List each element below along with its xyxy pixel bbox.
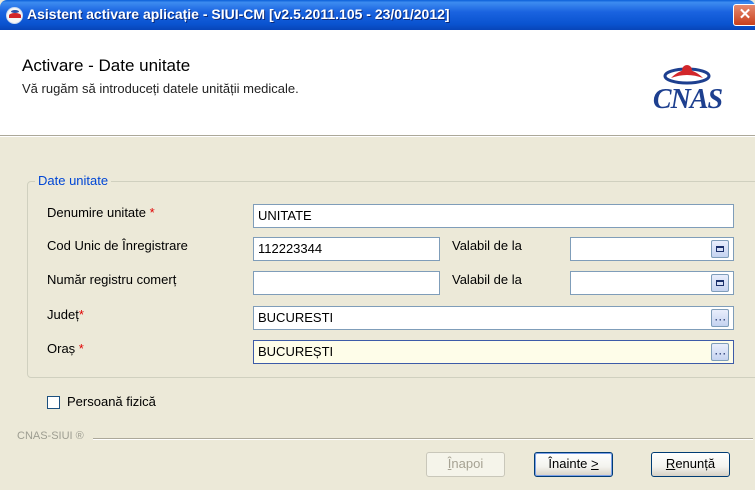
header-separator bbox=[0, 135, 755, 137]
cancel-label-accel: R bbox=[665, 456, 676, 471]
cui-valabil-date-input[interactable] bbox=[570, 237, 734, 261]
required-mark: * bbox=[78, 341, 84, 356]
page-title: Activare - Date unitate bbox=[22, 56, 191, 75]
ellipsis-icon: ··· bbox=[715, 349, 727, 359]
footer-brand-mark: CNAS-SIUI ® bbox=[17, 430, 88, 442]
app-icon bbox=[6, 7, 23, 24]
cui-calendar-button[interactable] bbox=[711, 240, 729, 258]
registru-calendar-button[interactable] bbox=[711, 274, 729, 292]
calendar-icon bbox=[716, 246, 724, 252]
judet-browse-button[interactable]: ··· bbox=[711, 309, 729, 327]
judet-input[interactable]: BUCURESTI bbox=[253, 306, 734, 330]
cnas-logo-text: CNAS bbox=[652, 84, 723, 115]
oras-label-text: Oraș bbox=[47, 341, 76, 356]
page-subtitle: Vă rugăm să introduceți datele unității … bbox=[22, 81, 299, 96]
next-label-pre: Înainte bbox=[548, 456, 592, 471]
title-bar[interactable]: Asistent activare aplicație - SIUI-CM [v… bbox=[0, 0, 755, 30]
denumire-label: Denumire unitate * bbox=[47, 205, 155, 220]
next-label-accel: > bbox=[591, 456, 599, 471]
judet-label: Județ* bbox=[47, 307, 84, 322]
judet-label-text: Județ bbox=[47, 307, 79, 322]
footer-separator bbox=[93, 438, 753, 440]
cancel-button[interactable]: Renunță bbox=[651, 452, 730, 477]
ellipsis-icon: ··· bbox=[715, 315, 727, 325]
denumire-input[interactable]: UNITATE bbox=[253, 204, 734, 228]
required-mark: * bbox=[149, 205, 155, 220]
cnas-logo: CNAS bbox=[635, 64, 740, 120]
cui-label: Cod Unic de Înregistrare bbox=[47, 238, 188, 253]
back-button[interactable]: Înapoi bbox=[426, 452, 505, 477]
denumire-label-text: Denumire unitate bbox=[47, 205, 146, 220]
persoana-fizica-label[interactable]: Persoană fizică bbox=[67, 394, 156, 409]
oras-input[interactable]: BUCUREȘTI bbox=[253, 340, 734, 364]
required-mark: * bbox=[78, 307, 84, 322]
back-label-post: napoi bbox=[451, 456, 484, 471]
window-title: Asistent activare aplicație - SIUI-CM [v… bbox=[27, 6, 450, 22]
registru-valabil-label: Valabil de la bbox=[452, 272, 522, 287]
oras-label: Oraș * bbox=[47, 341, 84, 356]
oras-browse-button[interactable]: ··· bbox=[711, 343, 729, 361]
next-button[interactable]: Înainte > bbox=[534, 452, 613, 477]
registru-label: Număr registru comerț bbox=[47, 272, 177, 287]
close-button[interactable]: ✕ bbox=[733, 4, 755, 26]
activation-wizard-window: Asistent activare aplicație - SIUI-CM [v… bbox=[0, 0, 755, 490]
cui-input[interactable]: 112223344 bbox=[253, 237, 440, 261]
registru-input[interactable] bbox=[253, 271, 440, 295]
registru-valabil-date-input[interactable] bbox=[570, 271, 734, 295]
calendar-icon bbox=[716, 280, 724, 286]
group-title: Date unitate bbox=[35, 173, 112, 188]
cancel-label-post: enunță bbox=[675, 456, 716, 471]
persoana-fizica-checkbox[interactable] bbox=[47, 396, 60, 409]
cui-valabil-label: Valabil de la bbox=[452, 238, 522, 253]
